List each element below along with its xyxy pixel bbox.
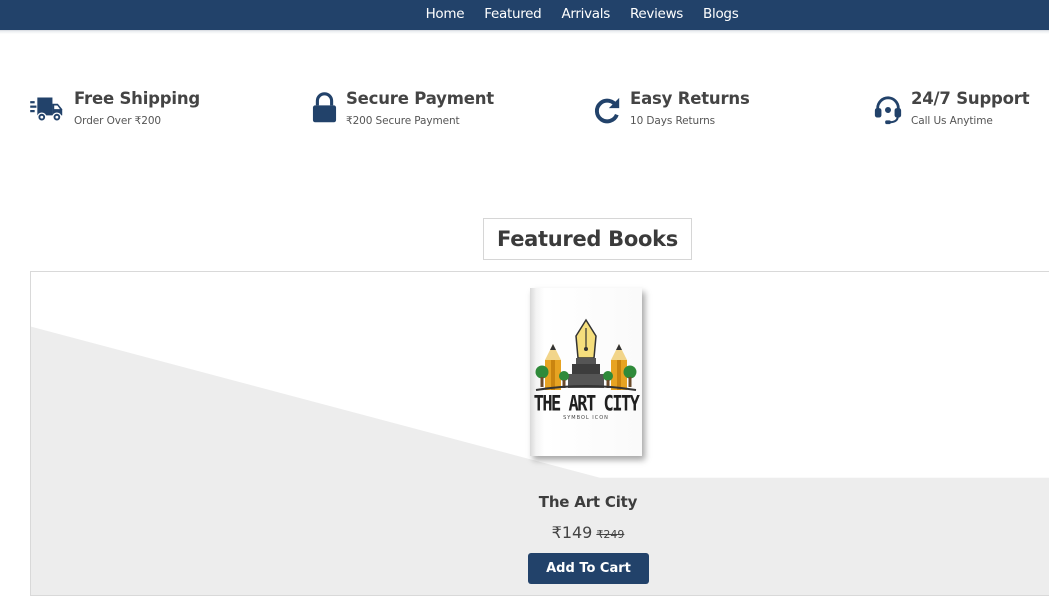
shipping-truck-icon [30, 97, 63, 122]
featured-book-card: THE ART CITY SYMBOL ICON The Art City ₹1… [30, 271, 1049, 596]
feature-subtitle: ₹200 Secure Payment [346, 115, 460, 127]
feature-title: 24/7 Support [911, 89, 1030, 108]
feature-text: Easy Returns 10 Days Returns [630, 88, 750, 127]
feature-free-shipping: Free Shipping Order Over ₹200 [30, 88, 200, 127]
feature-title: Secure Payment [346, 89, 494, 108]
nav-link-arrivals[interactable]: Arrivals [561, 6, 610, 22]
feature-easy-returns: Easy Returns 10 Days Returns [592, 88, 750, 127]
price-row: ₹149 ₹249 [31, 523, 1049, 542]
add-to-cart-button[interactable]: Add To Cart [528, 553, 649, 584]
original-price: ₹249 [596, 528, 625, 541]
top-navbar: Home Featured Arrivals Reviews Blogs [0, 0, 1049, 31]
current-price: ₹149 [551, 523, 593, 542]
nav-links: Home Featured Arrivals Reviews Blogs [0, 0, 1049, 27]
headset-icon [874, 96, 902, 125]
nav-link-home[interactable]: Home [426, 6, 465, 22]
book-cover-title: THE ART CITY [533, 391, 640, 417]
pen-logo-icon [535, 318, 637, 391]
nav-link-featured[interactable]: Featured [484, 6, 541, 22]
nav-link-reviews[interactable]: Reviews [630, 6, 683, 22]
product-name: The Art City [538, 493, 638, 511]
feature-subtitle: Call Us Anytime [911, 115, 993, 127]
book-cover-subtitle: SYMBOL ICON [563, 415, 609, 421]
feature-secure-payment: Secure Payment ₹200 Secure Payment [311, 88, 494, 127]
section-title: Featured Books [483, 218, 692, 260]
redo-icon [594, 97, 620, 124]
book-cover-page: THE ART CITY SYMBOL ICON [530, 288, 642, 456]
book-cover[interactable]: THE ART CITY SYMBOL ICON [530, 288, 644, 458]
feature-support: 24/7 Support Call Us Anytime [873, 88, 1030, 127]
feature-subtitle: Order Over ₹200 [74, 115, 161, 127]
feature-subtitle: 10 Days Returns [630, 115, 716, 127]
feature-text: Free Shipping Order Over ₹200 [74, 88, 200, 127]
nav-link-blogs[interactable]: Blogs [703, 6, 739, 22]
feature-text: Secure Payment ₹200 Secure Payment [346, 88, 494, 127]
feature-text: 24/7 Support Call Us Anytime [911, 88, 1030, 127]
feature-title: Easy Returns [630, 89, 750, 108]
feature-title: Free Shipping [74, 89, 201, 108]
lock-icon [312, 92, 337, 123]
nav-shadow [0, 31, 1049, 34]
